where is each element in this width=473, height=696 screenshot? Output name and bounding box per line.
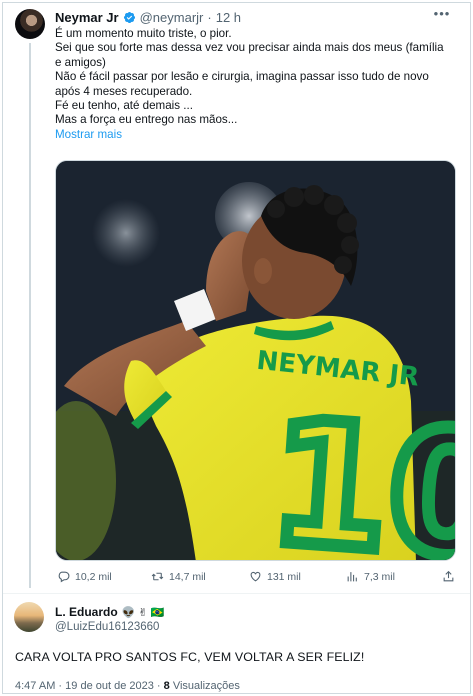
reply-date[interactable]: 19 de out de 2023 (65, 680, 154, 692)
tweet-line: Mas a força eu entrego nas mãos... (55, 113, 238, 127)
jersey-number: 10 (264, 384, 456, 561)
like-icon (250, 571, 261, 582)
views-icon (347, 572, 357, 582)
author-handle[interactable]: @neymarjr (140, 10, 204, 25)
photo-illustration: NEYMAR JR 10 (56, 161, 456, 561)
reply-text: CARA VOLTA PRO SANTOS FC, VEM VOLTAR A S… (15, 650, 365, 664)
reply-author-handle[interactable]: @LuizEdu16123660 (55, 621, 159, 633)
author-name[interactable]: Neymar Jr (55, 10, 119, 25)
separator-dot: · (58, 680, 63, 692)
retweet-count: 14,7 mil (169, 570, 206, 583)
tweet-line: Não é fácil passar por lesão e cirurgia,… (55, 70, 429, 98)
tweet-line: Sei que sou forte mas dessa vez vou prec… (55, 41, 444, 69)
view-count: 7,3 mil (364, 570, 395, 583)
tweet-time[interactable]: 12 h (216, 10, 241, 25)
avatar[interactable] (15, 9, 45, 39)
reply-views-label[interactable]: Visualizações (173, 680, 240, 692)
reply-author: L. Eduardo 👽 ✌ 🇧🇷 (55, 605, 164, 619)
tweet-text: É um momento muito triste, o pior. Sei q… (55, 27, 450, 142)
tweet-actions: 10,2 mil 14,7 mil 131 mil 7,3 mil (55, 568, 454, 588)
thread-line (29, 43, 31, 588)
share-icon (443, 570, 454, 582)
share-button[interactable] (442, 570, 455, 583)
tweet-header: Neymar Jr @neymarjr · 12 h (55, 10, 241, 25)
show-more-link[interactable]: Mostrar mais (55, 128, 450, 142)
verified-badge-icon (123, 11, 135, 24)
reply-meta: 4:47 AM · 19 de out de 2023 · 8 Visualiz… (15, 680, 240, 692)
tweet-line: É um momento muito triste, o pior. (55, 27, 232, 40)
reply-avatar[interactable] (14, 602, 44, 632)
separator-dot: · (156, 680, 161, 692)
separator-dot: · (207, 10, 212, 25)
tweet-line: Fé eu tenho, até demais ... (55, 99, 193, 113)
like-button[interactable]: 131 mil (249, 570, 301, 583)
reply-time[interactable]: 4:47 AM (15, 680, 55, 692)
reply-icon (58, 571, 70, 583)
reply-button[interactable]: 10,2 mil (57, 570, 112, 583)
reply-count: 10,2 mil (75, 570, 112, 583)
retweet-button[interactable]: 14,7 mil (151, 570, 206, 583)
divider (3, 593, 470, 594)
reply-author-name[interactable]: L. Eduardo (55, 605, 118, 619)
name-emojis: 👽 ✌ 🇧🇷 (121, 606, 165, 619)
retweet-icon (151, 572, 164, 581)
more-icon[interactable]: ••• (432, 6, 452, 22)
views-button[interactable]: 7,3 mil (346, 570, 395, 583)
like-count: 131 mil (267, 570, 301, 583)
reply-views-count: 8 (163, 680, 170, 692)
tweet-photo[interactable]: NEYMAR JR 10 (55, 160, 456, 561)
